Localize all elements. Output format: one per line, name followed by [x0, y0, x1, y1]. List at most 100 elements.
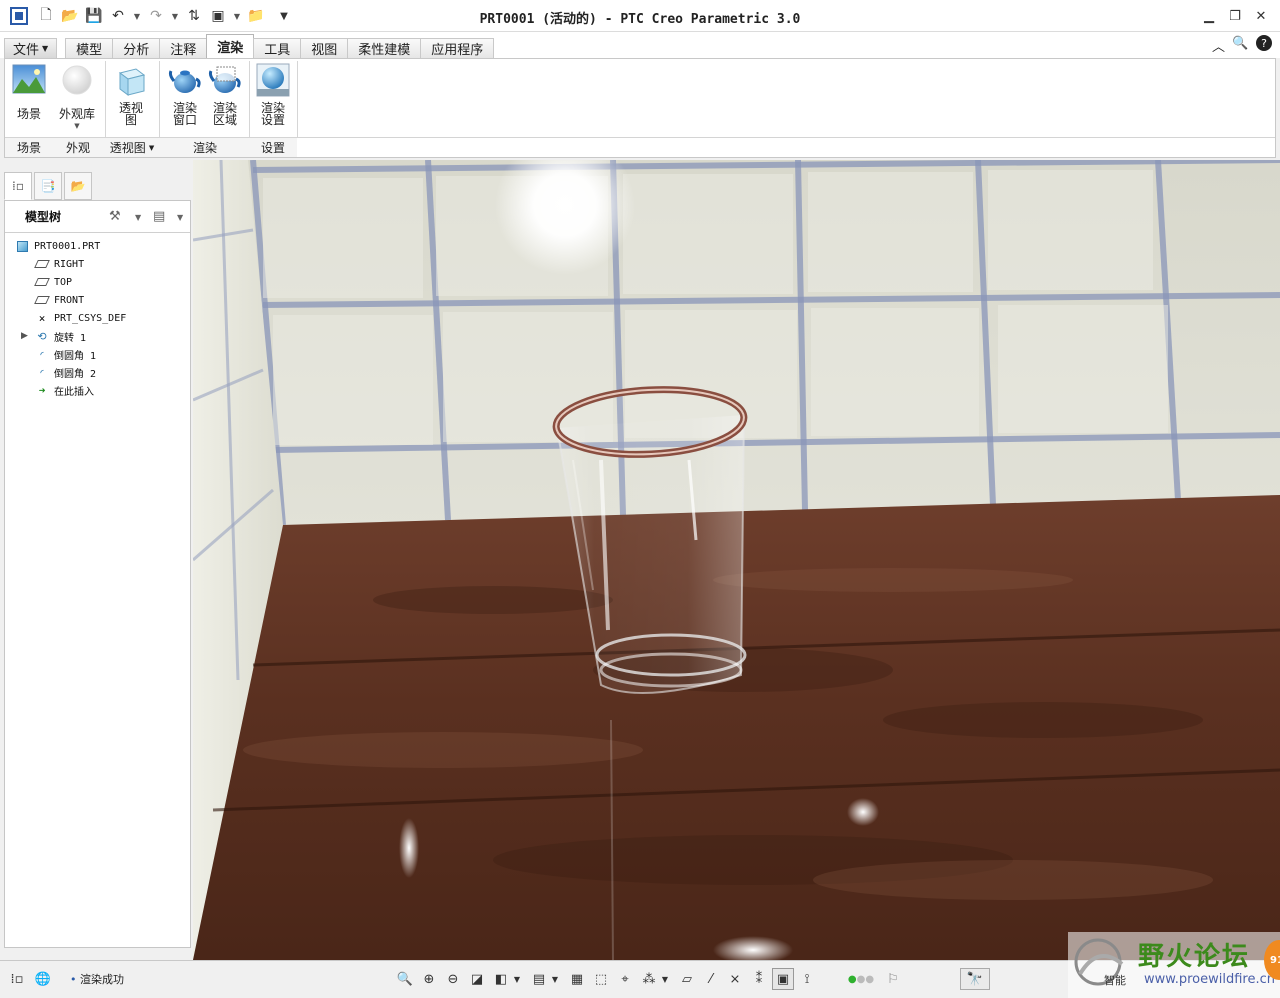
smart-filter-label[interactable]: 智能: [1104, 972, 1126, 988]
minimize-icon[interactable]: ▁: [1198, 6, 1220, 26]
zoom-out-icon[interactable]: ⊖: [442, 968, 464, 990]
tab-applications[interactable]: 应用程序: [420, 38, 495, 58]
point-display-icon[interactable]: ⨯: [724, 968, 746, 990]
group-perspective[interactable]: 透视图 ▼: [103, 137, 161, 157]
ribbon-tab-bar: 文件 ▼ 模型 分析 注释 渲染 工具 视图 柔性建模 应用程序 ︿ 🔍 ?: [0, 32, 1280, 58]
tree-node-insert-here[interactable]: ➜ 在此插入: [35, 381, 94, 399]
tree-node-csys[interactable]: ⨯ PRT_CSYS_DEF: [35, 309, 127, 327]
model-tree-panel: 模型树 ⚒ ▼ ▤ ▼ PRT0001.PRT RIGHT TOP FRONT …: [4, 200, 191, 948]
forum-watermark: 野火论坛 智能 www.proewildfire.cn 91: [1068, 932, 1280, 998]
render-setup-label-line2: 设置: [260, 113, 285, 127]
find-icon[interactable]: 🔭: [960, 968, 990, 990]
toggle-browser-icon[interactable]: 🌐: [32, 968, 54, 990]
datum-plane-icon: [34, 294, 50, 306]
restore-icon[interactable]: ❐: [1224, 6, 1246, 26]
chevron-down-icon: ▼: [42, 44, 49, 53]
tree-node-part[interactable]: PRT0001.PRT: [15, 237, 100, 255]
tab-file[interactable]: 文件 ▼: [4, 38, 58, 58]
appearance-library-label: 外观库: [58, 107, 95, 121]
tab-applications-label: 应用程序: [431, 43, 484, 58]
tree-node-label: PRT_CSYS_DEF: [54, 312, 127, 324]
datum-filter-icon[interactable]: ⁂: [638, 968, 660, 990]
group-appearance: 外观: [53, 137, 103, 157]
tree-node-label: 倒圆角 2: [54, 368, 97, 380]
saved-orientations-icon[interactable]: ▤: [528, 968, 550, 990]
tab-tools-label: 工具: [264, 43, 291, 58]
tab-annotate[interactable]: 注释: [159, 38, 208, 58]
spin-center-icon[interactable]: ⟟: [796, 968, 818, 990]
render-setup-button[interactable]: 渲染 设置: [253, 63, 293, 126]
chevron-down-icon: ▼: [74, 122, 80, 130]
tree-settings-icon[interactable]: ⚒: [109, 209, 121, 224]
chevron-down-icon[interactable]: ▼: [512, 968, 522, 990]
folder-browser-tab-icon[interactable]: 📑: [34, 172, 62, 200]
perspective-view-button[interactable]: 透视 图: [111, 63, 151, 126]
axis-display-icon[interactable]: ⁄: [700, 968, 722, 990]
flag-icon[interactable]: ⚐: [882, 968, 904, 990]
view-manager-icon[interactable]: ▦: [566, 968, 588, 990]
tab-analysis[interactable]: 分析: [112, 38, 161, 58]
tree-node-label: 旋转 1: [54, 332, 87, 344]
tab-flexible-modeling[interactable]: 柔性建模: [347, 38, 422, 58]
render-window-label-line2: 窗口: [172, 113, 197, 127]
toggle-navigator-icon[interactable]: ⁞▫: [6, 968, 28, 990]
help-icon[interactable]: ?: [1256, 35, 1272, 51]
render-region-button[interactable]: 渲染 区域: [205, 63, 245, 126]
perspective-toggle-icon[interactable]: ⬚: [590, 968, 612, 990]
watermark-title: 野火论坛: [1138, 942, 1251, 972]
tree-node-label: PRT0001.PRT: [34, 240, 101, 252]
render-window-button[interactable]: 渲染 窗口: [165, 63, 205, 126]
tab-flexible-modeling-label: 柔性建模: [358, 43, 411, 58]
graphics-viewport[interactable]: [193, 160, 1280, 960]
tree-node-label: RIGHT: [54, 258, 85, 270]
tab-render[interactable]: 渲染: [206, 34, 255, 58]
refit-icon[interactable]: 🔍: [394, 968, 416, 990]
render-setup-icon: [256, 63, 290, 97]
tree-filter-icon[interactable]: ▤: [153, 209, 165, 224]
model-tree-title: 模型树: [25, 210, 62, 224]
chevron-down-icon[interactable]: ▼: [550, 968, 560, 990]
appearance-library-button[interactable]: 外观库 ▼: [55, 63, 99, 132]
tab-annotate-label: 注释: [170, 43, 197, 58]
tab-tools[interactable]: 工具: [253, 38, 302, 58]
group-perspective-label: 透视图: [109, 141, 146, 155]
appearance-sphere-icon: [62, 65, 92, 95]
model-tree-tab-icon[interactable]: ⁞▫: [4, 172, 32, 200]
tree-node-label: FRONT: [54, 294, 85, 306]
tree-node-front[interactable]: FRONT: [34, 291, 85, 309]
datum-display-icon[interactable]: ⌖: [614, 968, 636, 990]
annotation-display-icon[interactable]: ▣: [772, 968, 794, 990]
teapot-region-icon: [208, 66, 241, 93]
chevron-down-icon[interactable]: ▼: [660, 968, 670, 990]
zoom-in-icon[interactable]: ⊕: [418, 968, 440, 990]
expand-arrow-icon[interactable]: ▶: [21, 331, 28, 341]
tree-node-right[interactable]: RIGHT: [34, 255, 85, 273]
plane-display-icon[interactable]: ▱: [676, 968, 698, 990]
tree-node-label: 在此插入: [54, 386, 94, 398]
tab-model-label: 模型: [76, 43, 103, 58]
chevron-down-icon[interactable]: ▼: [177, 213, 183, 222]
ribbon-panel: 场景 外观库 ▼ 透视 图 渲染 窗口 渲染 区域 渲染 设置 场景 外观 透视…: [4, 58, 1276, 158]
search-icon[interactable]: 🔍: [1232, 36, 1248, 51]
collapse-ribbon-icon[interactable]: ︿: [1212, 36, 1225, 55]
group-appearance-label: 外观: [65, 141, 90, 155]
repaint-icon[interactable]: ◪: [466, 968, 488, 990]
close-icon[interactable]: ✕: [1250, 6, 1272, 26]
display-style-icon[interactable]: ◧: [490, 968, 512, 990]
perspective-label-line2: 图: [124, 113, 137, 127]
favorites-tab-icon[interactable]: 📂: [64, 172, 92, 200]
group-scene: 场景: [5, 137, 53, 157]
tab-render-label: 渲染: [217, 41, 244, 56]
tree-node-top[interactable]: TOP: [34, 273, 72, 291]
tab-view[interactable]: 视图: [300, 38, 349, 58]
tab-model[interactable]: 模型: [65, 38, 114, 58]
scene-icon: [12, 64, 46, 94]
chevron-down-icon: ▼: [148, 143, 155, 152]
tree-node-round-1[interactable]: ◜ 倒圆角 1: [35, 345, 96, 363]
group-scene-label: 场景: [16, 141, 41, 155]
chevron-down-icon[interactable]: ▼: [135, 213, 141, 222]
scene-button[interactable]: 场景: [9, 63, 49, 120]
csys-display-icon[interactable]: ⁑: [748, 968, 770, 990]
tree-node-round-2[interactable]: ◜ 倒圆角 2: [35, 363, 96, 381]
tree-node-revolve[interactable]: ⟲ 旋转 1: [35, 327, 86, 345]
